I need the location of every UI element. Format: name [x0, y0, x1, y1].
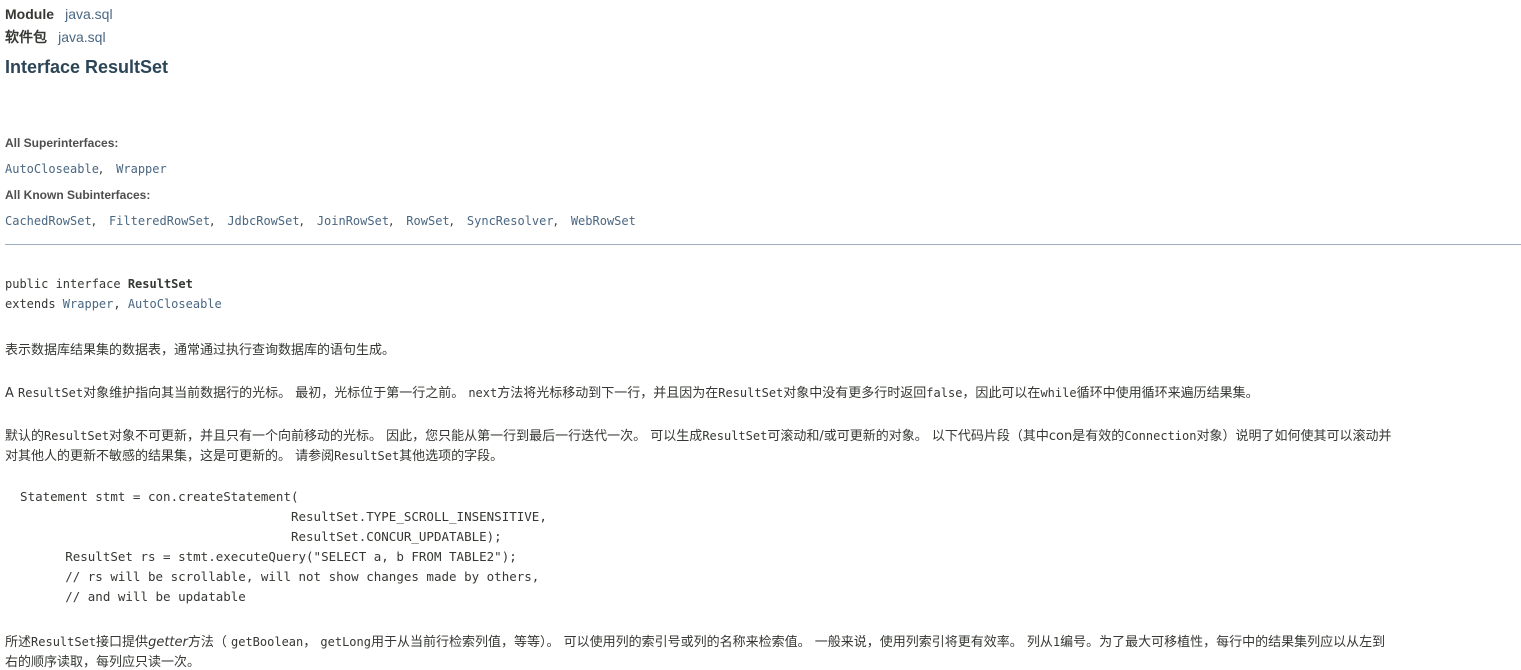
- section-divider: [5, 244, 1521, 245]
- text-run: 对象中没有更多行时返回: [783, 386, 927, 401]
- list-separator: ,: [449, 214, 454, 229]
- text-run: 是有效的: [1072, 429, 1125, 444]
- extends-wrapper-link[interactable]: Wrapper: [63, 297, 114, 311]
- emphasis-getter: getter: [148, 635, 188, 650]
- list-separator: ,: [553, 214, 558, 229]
- text-run: 循环中使用循环来遍历结果集。: [1076, 386, 1259, 401]
- inline-code: getBoolean: [231, 635, 304, 649]
- description-paragraph-2: A ResultSet对象维护指向其当前数据行的光标。 最初，光标位于第一行之前…: [5, 382, 1259, 401]
- superinterfaces-label: All Superinterfaces:: [5, 136, 119, 150]
- subinterface-link[interactable]: CachedRowSet: [5, 214, 92, 228]
- description-paragraph-4-line-2: 右的顺序读取，每列应只读一次。: [5, 655, 201, 670]
- description-paragraph-3-line-1: 默认的ResultSet对象不可更新，并且只有一个向前移动的光标。 因此，您只能…: [5, 425, 1391, 444]
- superinterfaces-list: AutoCloseable, Wrapper: [5, 158, 167, 177]
- inline-code: next: [468, 386, 498, 400]
- text-run: 默认的: [5, 429, 45, 444]
- inline-code: con: [1048, 429, 1073, 444]
- description-paragraph-3-line-2: 对其他人的更新不敏感的结果集，这是可更新的。 请参阅ResultSet其他选项的…: [5, 445, 503, 464]
- inline-code: ResultSet: [718, 386, 784, 400]
- signature-comma: ,: [113, 297, 128, 311]
- description-paragraph-1: 表示数据库结果集的数据表，通常通过执行查询数据库的语句生成。: [5, 343, 396, 358]
- subinterface-link[interactable]: WebRowSet: [571, 214, 636, 228]
- code-line: ResultSet.CONCUR_UPDATABLE);: [5, 529, 502, 544]
- module-link[interactable]: java.sql: [65, 6, 112, 22]
- package-line: 软件包 java.sql: [5, 27, 106, 47]
- code-line: // rs will be scrollable, will not show …: [5, 569, 540, 584]
- text-run: 接口提供: [96, 635, 149, 650]
- signature-line-2: extends Wrapper, AutoCloseable: [5, 297, 222, 311]
- text-run: 对象维护指向其当前数据行的光标。 最初，光标位于第一行之前。: [83, 386, 469, 401]
- text-run: 编号。为了最大可移植性，每行中的结果集列应以从左到: [1060, 635, 1386, 650]
- code-line: ResultSet.TYPE_SCROLL_INSENSITIVE,: [5, 509, 547, 524]
- text-run: 对象）说明了如何使其可以滚动并: [1196, 429, 1392, 444]
- subinterface-link[interactable]: SyncResolver: [467, 214, 554, 228]
- inline-code: ResultSet: [31, 635, 97, 649]
- description-paragraph-4-line-1: 所述ResultSet接口提供getter方法（ getBoolean， get…: [5, 631, 1385, 650]
- text-run: 可滚动和/或可更新的对象。 以下代码片段（其中: [767, 429, 1049, 444]
- text-run: 对象不可更新，并且只有一个向前移动的光标。 因此，您只能从第一行到最后一行迭代一…: [109, 429, 703, 444]
- text-run: ，因此可以在: [962, 386, 1041, 401]
- subinterface-link[interactable]: RowSet: [406, 214, 449, 228]
- list-separator: ,: [299, 214, 304, 229]
- signature-type-name: ResultSet: [127, 277, 193, 291]
- code-line: ResultSet rs = stmt.executeQuery("SELECT…: [5, 549, 517, 564]
- code-line: Statement stmt = con.createStatement(: [5, 489, 299, 504]
- inline-code: getLong: [320, 635, 371, 649]
- signature-modifiers: public interface: [5, 277, 128, 291]
- list-separator: ,: [389, 214, 394, 229]
- list-separator: ,: [98, 162, 104, 177]
- subinterface-link[interactable]: FilteredRowSet: [109, 214, 210, 228]
- subinterface-link[interactable]: JoinRowSet: [317, 214, 389, 228]
- text-run: 对其他人的更新不敏感的结果集，这是可更新的。 请参阅: [5, 449, 335, 464]
- extends-autocloseable-link[interactable]: AutoCloseable: [128, 297, 222, 311]
- text-run: A: [5, 386, 19, 401]
- text-run: 所述: [5, 635, 32, 650]
- page-title: Interface ResultSet: [5, 57, 169, 77]
- superinterface-link[interactable]: Wrapper: [116, 162, 167, 176]
- signature-extends: extends: [5, 297, 63, 311]
- signature-line-1: public interface ResultSet: [5, 277, 193, 291]
- list-separator: ,: [210, 214, 215, 229]
- subinterfaces-label: All Known Subinterfaces:: [5, 188, 151, 202]
- subinterfaces-list: CachedRowSet, FilteredRowSet, JdbcRowSet…: [5, 210, 636, 229]
- inline-code: ResultSet: [334, 449, 400, 463]
- inline-code: false: [926, 386, 963, 400]
- inline-code: ResultSet: [702, 429, 768, 443]
- text-run: 方法将光标移动到下一行，并且因为在: [497, 386, 719, 401]
- inline-code: while: [1040, 386, 1077, 400]
- text-run: 其他选项的字段。: [399, 449, 504, 464]
- list-separator: ,: [91, 214, 96, 229]
- module-line: Module java.sql: [5, 4, 113, 23]
- module-label: Module: [5, 6, 54, 22]
- text-run: 用于从当前行检索列值，等等）。 可以使用列的索引号或列的名称来检索值。 一般来说…: [370, 635, 1053, 650]
- package-link[interactable]: java.sql: [58, 29, 105, 45]
- inline-code: ResultSet: [44, 429, 110, 443]
- text-run: 方法（: [187, 635, 231, 650]
- text-run: ，: [303, 635, 321, 650]
- superinterface-link[interactable]: AutoCloseable: [5, 162, 99, 176]
- code-line: // and will be updatable: [5, 589, 246, 604]
- inline-code: Connection: [1124, 429, 1197, 443]
- package-label: 软件包: [5, 29, 47, 45]
- inline-code: ResultSet: [18, 386, 84, 400]
- subinterface-link[interactable]: JdbcRowSet: [227, 214, 299, 228]
